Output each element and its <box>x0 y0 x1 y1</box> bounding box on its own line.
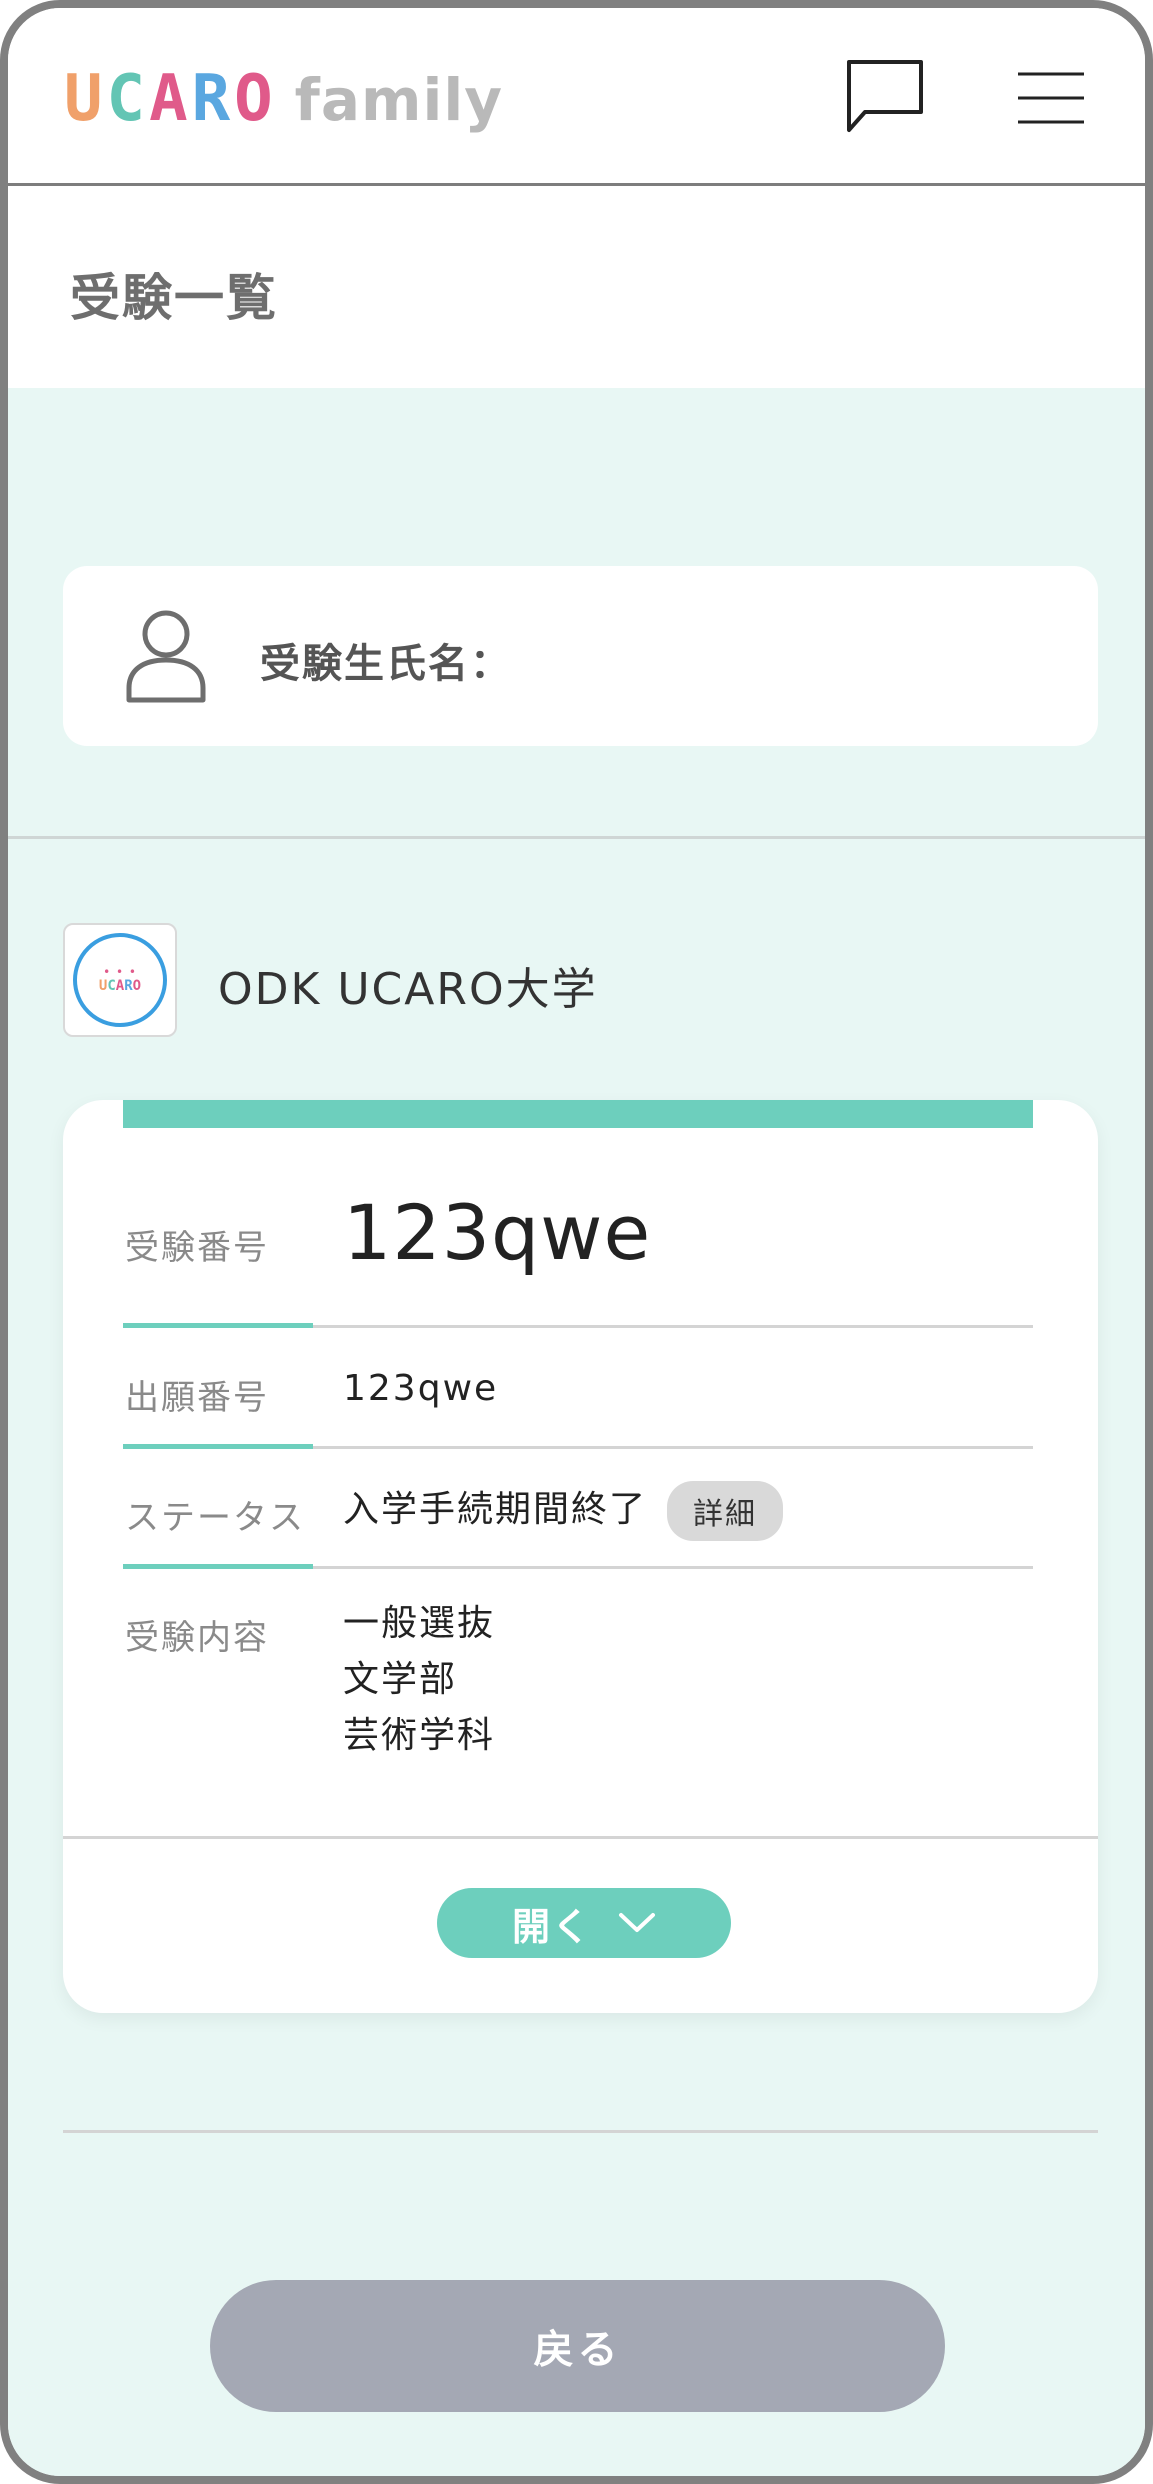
exam-card: 受験番号 123qwe 出願番号 123qwe ステータス 入学手続期間終了 詳細 <box>63 1100 1098 2013</box>
exam-content-list: 一般選抜 文学部 芸術学科 <box>343 1596 495 1764</box>
status-row: ステータス 入学手続期間終了 詳細 <box>123 1448 1033 1569</box>
open-button[interactable]: 開く <box>437 1888 731 1958</box>
university-header: • • • UCARO ODK UCARO大学 <box>63 923 1063 1041</box>
ucaro-family-logo[interactable]: UCARO family <box>64 62 503 136</box>
person-icon <box>126 610 206 703</box>
university-logo-letter: R <box>124 978 133 994</box>
divider <box>63 2130 1098 2133</box>
menu-button[interactable] <box>1016 70 1086 126</box>
divider <box>8 836 1145 839</box>
app-frame: UCARO family 受験一覧 受験生氏名： • • • UCARO ODK… <box>0 0 1153 2484</box>
application-number-value: 123qwe <box>343 1368 499 1409</box>
university-logo: • • • UCARO <box>63 923 177 1037</box>
speech-bubble-icon <box>847 60 923 132</box>
logo-suffix: family <box>294 66 504 134</box>
logo-letter: C <box>106 62 150 136</box>
application-number-label: 出願番号 <box>125 1378 269 1418</box>
logo-letter: U <box>64 62 107 136</box>
university-name: ODK UCARO大学 <box>218 964 598 1015</box>
examinee-card: 受験生氏名： <box>63 566 1098 746</box>
chat-button[interactable] <box>843 56 927 138</box>
application-number-row: 出願番号 123qwe <box>123 1328 1033 1449</box>
examinee-name-label: 受験生氏名： <box>260 641 512 687</box>
title-bar: 受験一覧 <box>8 186 1145 388</box>
exam-content-line: 文学部 <box>343 1659 458 1700</box>
status-label: ステータス <box>125 1498 305 1538</box>
page-title: 受験一覧 <box>70 269 278 327</box>
open-button-label: 開く <box>511 1904 592 1949</box>
exam-content-row: 受験内容 一般選抜 文学部 芸術学科 <box>123 1568 1033 1768</box>
exam-content-line: 芸術学科 <box>343 1715 496 1756</box>
university-logo-text: UCARO <box>99 978 141 994</box>
detail-button[interactable]: 詳細 <box>667 1481 784 1541</box>
university-logo-letter: A <box>115 978 125 994</box>
logo-letter: A <box>149 62 192 136</box>
exam-content-label: 受験内容 <box>125 1618 269 1658</box>
logo-letter: R <box>191 62 235 136</box>
status-value-wrap: 入学手続期間終了 詳細 <box>343 1480 784 1541</box>
exam-content-line: 一般選抜 <box>343 1603 496 1644</box>
exam-number-row: 受験番号 123qwe <box>123 1180 1033 1340</box>
back-button[interactable]: 戻る <box>210 2280 945 2412</box>
main-content: 受験生氏名： • • • UCARO ODK UCARO大学 受験番号 123q… <box>8 388 1145 2476</box>
card-divider <box>63 1836 1098 1839</box>
exam-number-value: 123qwe <box>343 1188 652 1277</box>
card-accent-bar <box>123 1100 1033 1128</box>
university-logo-letter: C <box>107 978 116 994</box>
header: UCARO family <box>8 8 1145 186</box>
logo-wordmark: UCARO <box>64 62 277 136</box>
status-value: 入学手続期間終了 <box>343 1489 648 1530</box>
exam-number-label: 受験番号 <box>125 1228 269 1268</box>
logo-letter: O <box>234 62 277 136</box>
logo-dots-icon: • • • <box>103 965 137 979</box>
university-logo-letter: O <box>132 978 142 994</box>
hamburger-menu-icon <box>1018 72 1084 124</box>
chevron-down-icon <box>619 1913 655 1932</box>
